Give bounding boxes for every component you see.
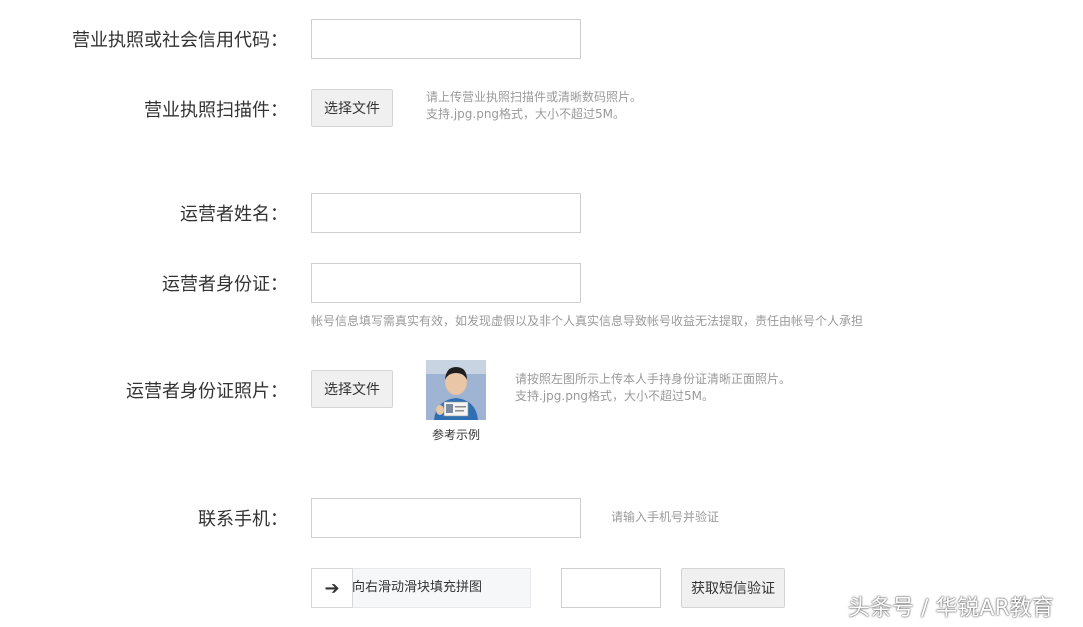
license-scan-choose-file-button[interactable]: 选择文件: [311, 89, 393, 127]
phone-hint: 请输入手机号并验证: [611, 510, 720, 524]
phone-input[interactable]: [311, 498, 581, 538]
operator-id-photo-hint-2: 支持.jpg.png格式，大小不超过5M。: [515, 389, 715, 403]
sms-code-input[interactable]: [561, 568, 661, 608]
operator-name-label: 运营者姓名：: [180, 204, 288, 225]
operator-id-note: 帐号信息填写需真实有效，如发现虚假以及非个人真实信息导致帐号收益无法提取，责任由…: [311, 314, 864, 328]
operator-id-photo-choose-file-button[interactable]: 选择文件: [311, 370, 393, 408]
license-code-label: 营业执照或社会信用代码：: [72, 30, 288, 51]
operator-name-input[interactable]: [311, 193, 581, 233]
license-scan-hint-1: 请上传营业执照扫描件或清晰数码照片。: [426, 90, 643, 104]
phone-label: 联系手机：: [198, 509, 288, 530]
operator-id-label: 运营者身份证：: [162, 274, 288, 295]
slider-handle-arrow-icon[interactable]: ➔: [311, 568, 353, 608]
license-scan-label: 营业执照扫描件：: [144, 100, 288, 121]
example-id-photo: [426, 360, 486, 420]
license-scan-hint-2: 支持.jpg.png格式，大小不超过5M。: [426, 107, 626, 121]
operator-id-photo-hint-1: 请按照左图所示上传本人手持身份证清晰正面照片。: [515, 372, 792, 386]
example-caption: 参考示例: [431, 428, 480, 442]
slider-captcha-text: 向右滑动滑块填充拼图: [352, 580, 483, 595]
operator-id-input[interactable]: [311, 263, 581, 303]
person-holding-id-image: [426, 360, 486, 420]
get-sms-code-button[interactable]: 获取短信验证: [681, 568, 785, 608]
license-code-input[interactable]: [311, 19, 581, 59]
watermark: 头条号 / 华锐AR教育: [848, 596, 1054, 621]
slider-captcha[interactable]: ➔ 向右滑动滑块填充拼图: [311, 568, 531, 608]
operator-id-photo-label: 运营者身份证照片：: [126, 381, 288, 402]
